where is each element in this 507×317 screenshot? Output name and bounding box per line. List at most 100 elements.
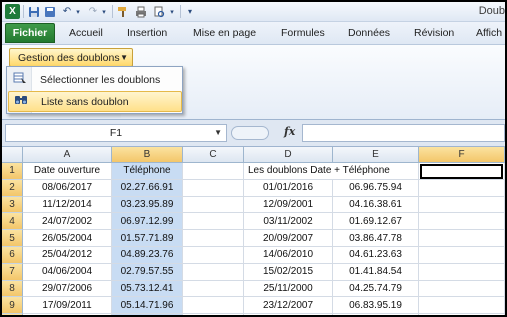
cell-e10[interactable]: 03.77.83.96: [333, 314, 419, 315]
formula-bar-toggle[interactable]: [231, 126, 269, 140]
cell-c1[interactable]: [183, 163, 244, 180]
cell-e2[interactable]: 06.96.75.94: [333, 179, 419, 197]
cell-e4[interactable]: 01.69.12.67: [333, 213, 419, 231]
cell-d6[interactable]: 14/06/2010: [244, 247, 333, 264]
cell-b9[interactable]: 05.14.71.96: [112, 297, 183, 315]
row-header[interactable]: 2: [2, 179, 23, 197]
cell-d5[interactable]: 20/09/2007: [244, 230, 333, 247]
cell-b10[interactable]: 03.71.83.65: [112, 314, 183, 315]
cell-f4[interactable]: [419, 213, 505, 231]
cell-e3[interactable]: 04.16.38.61: [333, 196, 419, 214]
column-header-d[interactable]: D: [244, 147, 333, 163]
row-header[interactable]: 8: [2, 280, 23, 298]
tab-fichier[interactable]: Fichier: [5, 23, 55, 43]
row-header[interactable]: 7: [2, 263, 23, 281]
row-header[interactable]: 3: [2, 196, 23, 214]
tab-insertion[interactable]: Insertion: [127, 27, 167, 39]
cell-e5[interactable]: 03.86.47.78: [333, 230, 419, 247]
cell-a7[interactable]: 04/06/2004: [23, 263, 112, 281]
cell-f2[interactable]: [419, 179, 505, 197]
cell-b3[interactable]: 03.23.95.89: [112, 196, 183, 214]
cell-a4[interactable]: 24/07/2002: [23, 213, 112, 231]
cell-f5[interactable]: [419, 230, 505, 247]
column-header-f[interactable]: F: [419, 147, 505, 163]
cell-a6[interactable]: 25/04/2012: [23, 247, 112, 264]
column-header-b[interactable]: B: [112, 147, 183, 163]
cell-b4[interactable]: 06.97.12.99: [112, 213, 183, 231]
cell-a9[interactable]: 17/09/2011: [23, 297, 112, 315]
cell-f9[interactable]: [419, 297, 505, 315]
cell-a5[interactable]: 26/05/2004: [23, 230, 112, 247]
print-preview-icon[interactable]: [152, 4, 166, 19]
cell-d2[interactable]: 01/01/2016: [244, 179, 333, 197]
row-header[interactable]: 6: [2, 247, 23, 264]
cell-c4[interactable]: [183, 213, 244, 231]
cell-d1[interactable]: Les doublons Date + Téléphone: [244, 163, 390, 180]
cell-b5[interactable]: 01.57.71.89: [112, 230, 183, 247]
cell-f6[interactable]: [419, 247, 505, 264]
menu-item-select-duplicates[interactable]: Sélectionner les doublons: [8, 69, 182, 90]
cell-a8[interactable]: 29/07/2006: [23, 280, 112, 298]
chevron-down-icon[interactable]: ▼: [214, 128, 222, 137]
tab-donnees[interactable]: Données: [348, 27, 390, 39]
cell-f8[interactable]: [419, 280, 505, 298]
cell-e7[interactable]: 01.41.84.54: [333, 263, 419, 281]
cell-c10[interactable]: [183, 314, 244, 315]
column-header-a[interactable]: A: [23, 147, 112, 163]
cell-e8[interactable]: 04.25.74.79: [333, 280, 419, 298]
cell-e9[interactable]: 06.83.95.19: [333, 297, 419, 315]
row-header[interactable]: 5: [2, 230, 23, 247]
cell-d8[interactable]: 25/11/2000: [244, 280, 333, 298]
cell-b6[interactable]: 04.89.23.76: [112, 247, 183, 264]
name-box[interactable]: F1 ▼: [5, 124, 227, 142]
select-all-corner[interactable]: [2, 147, 23, 163]
chevron-down-icon[interactable]: ▾: [168, 4, 176, 19]
cell-c8[interactable]: [183, 280, 244, 298]
row-header[interactable]: 10: [2, 314, 23, 315]
gestion-doublons-button[interactable]: Gestion des doublons ▼: [9, 48, 133, 67]
chevron-down-icon[interactable]: ▾: [74, 4, 82, 19]
column-header-c[interactable]: C: [183, 147, 244, 163]
cell-c7[interactable]: [183, 263, 244, 281]
cell-a1[interactable]: Date ouverture: [23, 163, 112, 180]
cell-c2[interactable]: [183, 179, 244, 197]
cell-d3[interactable]: 12/09/2001: [244, 196, 333, 214]
cell-b1[interactable]: Téléphone: [112, 163, 183, 180]
cell-c5[interactable]: [183, 230, 244, 247]
cell-d10[interactable]: 25/02/2014: [244, 314, 333, 315]
column-header-e[interactable]: E: [333, 147, 419, 163]
insert-function-icon[interactable]: fx: [284, 125, 295, 138]
cell-d9[interactable]: 23/12/2007: [244, 297, 333, 315]
row-header[interactable]: 9: [2, 297, 23, 315]
cell-a10[interactable]: 26/09/2011: [23, 314, 112, 315]
cell-c3[interactable]: [183, 196, 244, 214]
tab-mise-en-page[interactable]: Mise en page: [193, 27, 256, 39]
cell-b8[interactable]: 05.73.12.41: [112, 280, 183, 298]
menu-item-liste-sans-doublon[interactable]: Liste sans doublon: [8, 91, 182, 112]
undo-icon[interactable]: ↶: [60, 4, 74, 19]
tab-accueil[interactable]: Accueil: [69, 27, 103, 39]
tab-revision[interactable]: Révision: [414, 27, 454, 39]
cell-a2[interactable]: 08/06/2017: [23, 179, 112, 197]
cell-a3[interactable]: 11/12/2014: [23, 196, 112, 214]
redo-icon[interactable]: ↷: [86, 4, 100, 19]
active-cell-cursor[interactable]: [420, 164, 503, 179]
cell-f3[interactable]: [419, 196, 505, 214]
tab-affichage[interactable]: Affich: [476, 27, 502, 39]
cell-d4[interactable]: 03/11/2002: [244, 213, 333, 231]
format-painter-icon[interactable]: [116, 4, 130, 19]
cell-d7[interactable]: 15/02/2015: [244, 263, 333, 281]
tab-formules[interactable]: Formules: [281, 27, 325, 39]
print-icon[interactable]: [134, 4, 148, 19]
cell-f10[interactable]: [419, 314, 505, 315]
cell-b7[interactable]: 02.79.57.55: [112, 263, 183, 281]
save-icon[interactable]: [27, 4, 41, 19]
cell-f7[interactable]: [419, 263, 505, 281]
row-header[interactable]: 4: [2, 213, 23, 231]
cell-c9[interactable]: [183, 297, 244, 315]
cell-b2[interactable]: 02.27.66.91: [112, 179, 183, 197]
chevron-down-icon[interactable]: ▾: [100, 4, 108, 19]
cell-e6[interactable]: 04.61.23.63: [333, 247, 419, 264]
excel-logo-icon[interactable]: X: [5, 4, 20, 19]
formula-input[interactable]: [302, 124, 505, 142]
